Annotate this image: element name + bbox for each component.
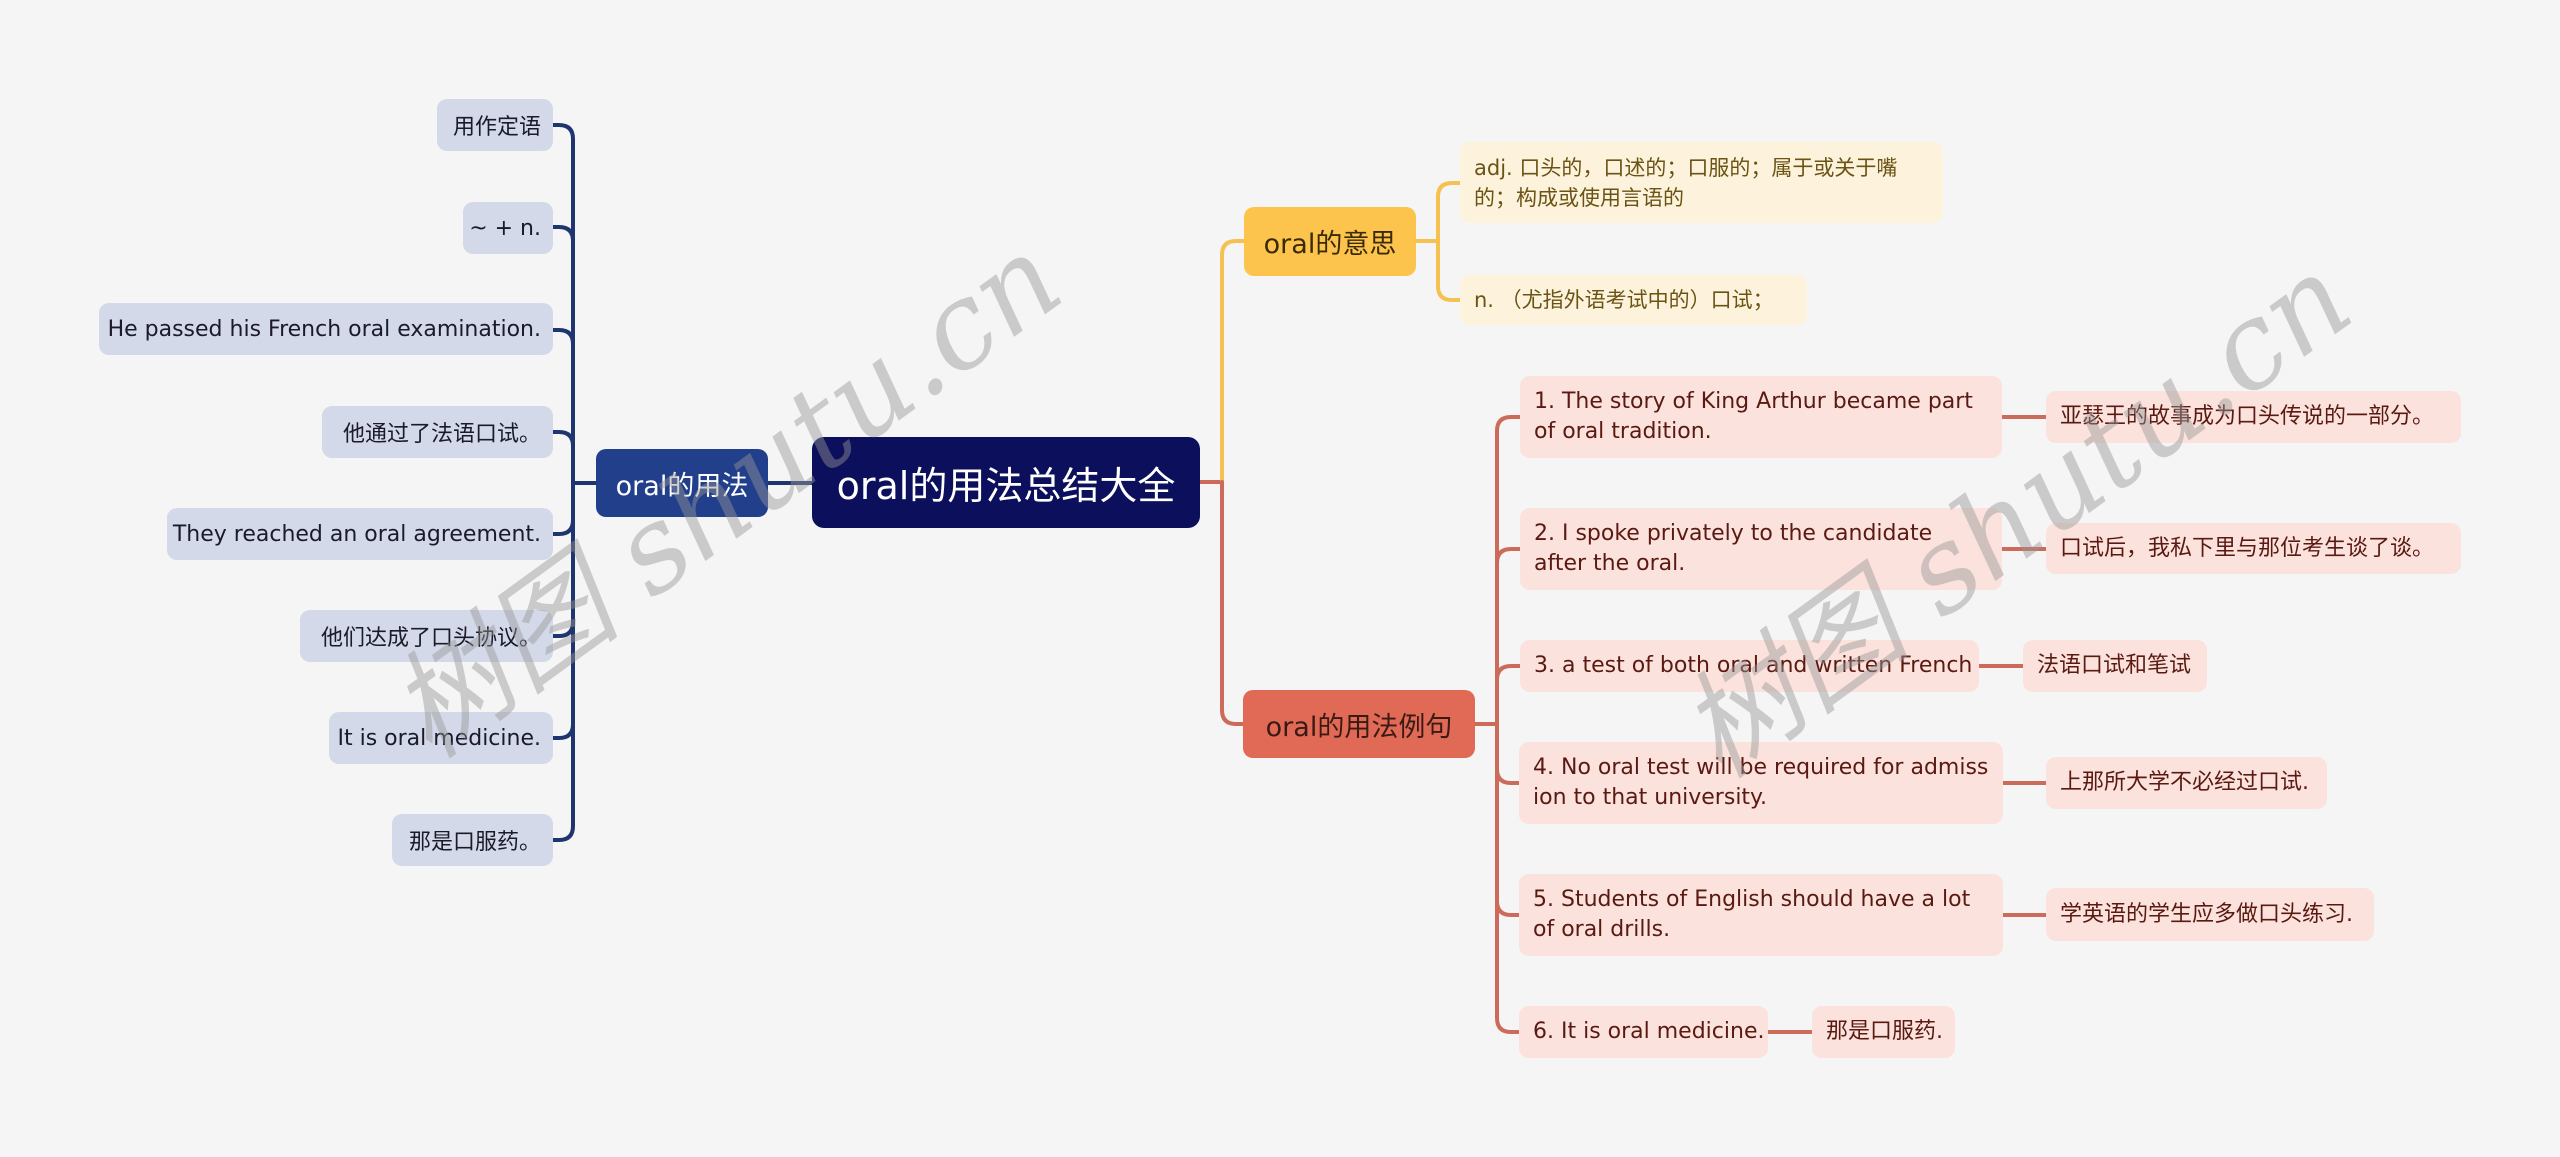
connector-lines	[551, 123, 2048, 1034]
example-translation-text: 亚瑟王的故事成为口头传说的一部分。	[2060, 404, 2435, 429]
example-sentence[interactable]: 6. It is oral medicine.	[1519, 1006, 1768, 1058]
connector-example-item	[1495, 547, 1522, 726]
example-sentence-text: 5. Students of English should have a lot…	[1533, 887, 1971, 942]
usage-item[interactable]: They reached an oral agreement.	[167, 508, 553, 560]
usage-item-text: 那是口服药。	[408, 830, 541, 855]
example-sentence[interactable]: 3. a test of both oral and written Frenc…	[1520, 640, 1979, 692]
example-sentence-text: 3. a test of both oral and written Frenc…	[1534, 653, 1973, 678]
usage-item-text: 他通过了法语口试。	[342, 422, 541, 447]
usage-item-text: 用作定语	[452, 115, 541, 140]
meaning-item[interactable]: n. （尤指外语考试中的）口试；	[1460, 275, 1807, 325]
example-sentence-text: 1. The story of King Arthur became part …	[1534, 389, 1973, 444]
example-sentence-text: 4. No oral test will be required for adm…	[1533, 755, 1989, 810]
example-sentence[interactable]: 2. I spoke privately to the candidate af…	[1520, 508, 2002, 590]
example-translation[interactable]: 那是口服药.	[1812, 1006, 1955, 1058]
usage-item-text: 他们达成了口头协议。	[320, 626, 541, 651]
example-translation-text: 那是口服药.	[1826, 1019, 1943, 1044]
branch-meaning[interactable]: oral的意思	[1244, 207, 1416, 276]
usage-item[interactable]: It is oral medicine.	[329, 712, 553, 764]
connector-root-meaning	[1220, 239, 1246, 484]
branch-examples[interactable]: oral的用法例句	[1243, 690, 1475, 758]
connector-usage-item	[551, 123, 575, 485]
meaning-item-text: n. （尤指外语考试中的）口试；	[1474, 288, 1774, 312]
usage-item[interactable]: ~ + n.	[463, 202, 553, 254]
connector-usage-item	[551, 481, 575, 536]
usage-item-text: He passed his French oral examination.	[107, 316, 541, 342]
branch-meaning-label: oral的意思	[1263, 229, 1397, 260]
connector-root-examples	[1220, 480, 1245, 726]
connector-usage-item	[551, 430, 575, 485]
usage-item[interactable]: 他们达成了口头协议。	[300, 610, 553, 662]
connector-usage-item	[551, 328, 575, 485]
example-translation[interactable]: 口试后，我私下里与那位考生谈了谈。	[2046, 523, 2461, 574]
connector-example-item	[1495, 415, 1522, 726]
connector-example-item	[1495, 722, 1522, 1034]
connector-meaning-item	[1436, 181, 1462, 243]
meaning-item-text: adj. 口头的，口述的；口服的；属于或关于嘴的；构成或使用言语的	[1474, 155, 1898, 210]
connector-usage-item	[551, 481, 575, 638]
example-sentence[interactable]: 4. No oral test will be required for adm…	[1519, 742, 2003, 824]
usage-item[interactable]: 用作定语	[437, 99, 553, 151]
example-sentence[interactable]: 5. Students of English should have a lot…	[1519, 874, 2003, 956]
connector-usage-item	[551, 481, 575, 740]
usage-item[interactable]: He passed his French oral examination.	[99, 303, 553, 355]
usage-item-text: It is oral medicine.	[337, 725, 542, 751]
connector-example-item	[1495, 722, 1522, 917]
example-translation-text: 学英语的学生应多做口头练习.	[2060, 901, 2353, 927]
usage-item-text: ~ + n.	[469, 215, 541, 241]
example-sentence-text: 6. It is oral medicine.	[1533, 1019, 1765, 1044]
connector-meaning-item	[1436, 239, 1462, 302]
usage-item[interactable]: 那是口服药。	[392, 814, 553, 866]
example-sentence-text: 2. I spoke privately to the candidate af…	[1534, 521, 1933, 576]
example-sentence[interactable]: 1. The story of King Arthur became part …	[1520, 376, 2002, 458]
example-translation-text: 上那所大学不必经过口试.	[2060, 770, 2309, 795]
connector-example-item	[1495, 722, 1522, 785]
example-translation[interactable]: 法语口试和笔试	[2023, 640, 2207, 692]
connector-example-item	[1495, 664, 1522, 726]
meaning-item[interactable]: adj. 口头的，口述的；口服的；属于或关于嘴的；构成或使用言语的	[1460, 142, 1943, 223]
branch-usage-label: oral的用法	[615, 470, 749, 502]
root-topic[interactable]: oral的用法总结大全	[812, 437, 1200, 528]
usage-item-text: They reached an oral agreement.	[172, 521, 541, 547]
connector-usage-item	[551, 481, 575, 842]
usage-item[interactable]: 他通过了法语口试。	[322, 406, 553, 458]
branch-examples-label: oral的用法例句	[1265, 711, 1453, 743]
example-translation[interactable]: 亚瑟王的故事成为口头传说的一部分。	[2046, 391, 2461, 443]
example-translation-text: 法语口试和笔试	[2037, 653, 2192, 678]
example-translation-text: 口试后，我私下里与那位考生谈了谈。	[2060, 535, 2435, 561]
branch-usage[interactable]: oral的用法	[596, 449, 768, 517]
root-topic-label: oral的用法总结大全	[836, 464, 1176, 508]
example-translation[interactable]: 学英语的学生应多做口头练习.	[2046, 888, 2374, 941]
example-translation[interactable]: 上那所大学不必经过口试.	[2046, 757, 2327, 809]
connector-usage-item	[551, 225, 575, 485]
